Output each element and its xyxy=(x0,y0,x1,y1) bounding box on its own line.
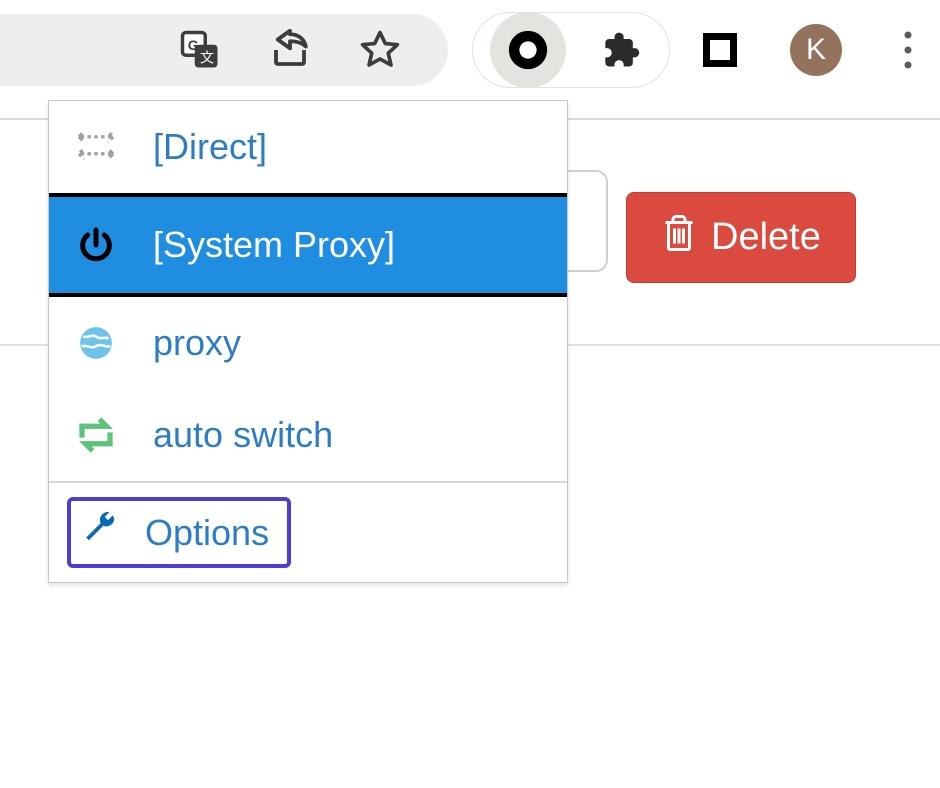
direct-arrows-icon xyxy=(73,130,119,164)
popup-item-system-proxy-label: [System Proxy] xyxy=(153,224,395,266)
wrench-icon xyxy=(81,509,119,556)
browser-toolbar: G 文 K xyxy=(0,0,940,100)
popup-item-proxy-label: proxy xyxy=(153,322,241,364)
extensions-puzzle-icon[interactable] xyxy=(598,28,642,72)
popup-item-proxy[interactable]: proxy xyxy=(49,297,567,389)
svg-text:文: 文 xyxy=(200,49,214,65)
profile-avatar[interactable]: K xyxy=(790,24,842,76)
popup-item-direct[interactable]: [Direct] xyxy=(49,101,567,193)
translate-icon[interactable]: G 文 xyxy=(179,29,221,71)
active-extension-icon[interactable] xyxy=(490,12,566,88)
options-label: Options xyxy=(145,512,269,554)
extension-popup: [Direct] [System Proxy] proxy xyxy=(48,100,568,583)
popup-item-direct-label: [Direct] xyxy=(153,126,267,168)
power-icon xyxy=(73,225,119,265)
bookmark-star-icon[interactable] xyxy=(358,28,402,72)
auto-switch-icon xyxy=(73,417,119,453)
popup-options-button[interactable]: Options xyxy=(67,497,291,568)
avatar-initial: K xyxy=(806,33,826,67)
popup-options-row: Options xyxy=(49,483,567,582)
tab-overview-icon[interactable] xyxy=(703,33,737,67)
share-icon[interactable] xyxy=(269,29,311,71)
popup-item-auto-switch-label: auto switch xyxy=(153,414,333,456)
popup-item-auto-switch[interactable]: auto switch xyxy=(49,389,567,481)
kebab-menu-icon[interactable] xyxy=(905,32,912,69)
trash-icon xyxy=(661,213,697,263)
svg-text:G: G xyxy=(188,37,199,53)
delete-button-label: Delete xyxy=(711,216,821,259)
popup-item-system-proxy[interactable]: [System Proxy] xyxy=(49,193,567,297)
globe-icon xyxy=(73,324,119,362)
delete-button[interactable]: Delete xyxy=(626,192,856,283)
